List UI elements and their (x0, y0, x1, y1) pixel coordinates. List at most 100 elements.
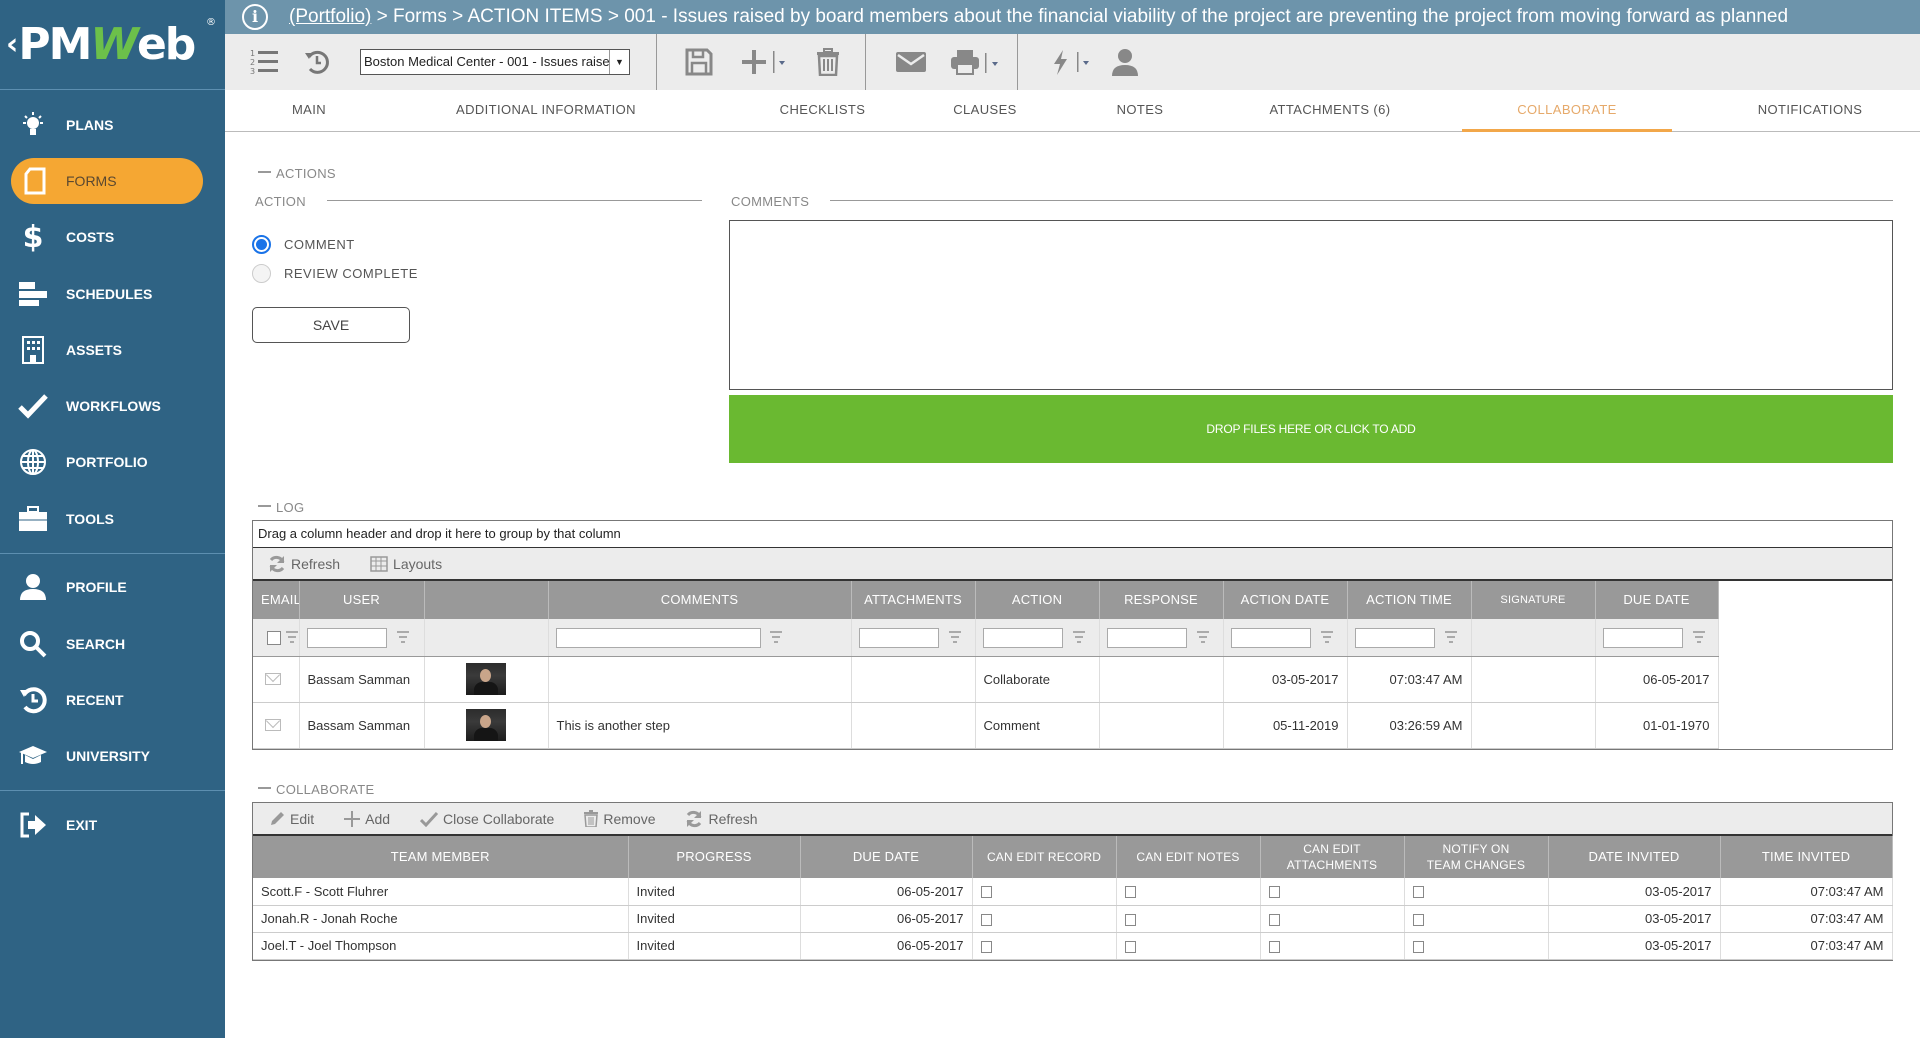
filter-icon[interactable] (1444, 631, 1458, 646)
filter-comments-input[interactable] (555, 628, 761, 648)
filter-action-input[interactable] (982, 628, 1063, 648)
filter-action-date-input[interactable] (1230, 628, 1311, 648)
tab-clauses[interactable]: CLAUSES (920, 90, 1050, 132)
collaborate-row[interactable]: Scott.F - Scott Fluhrer Invited 06-05-20… (253, 878, 1893, 906)
email-icon[interactable] (895, 46, 927, 78)
col-due-date[interactable]: DUE DATE (1595, 581, 1719, 619)
filter-user-input[interactable] (306, 628, 387, 648)
radio-button-selected[interactable] (252, 235, 271, 254)
actions-section-header[interactable]: ACTIONS (258, 166, 336, 181)
log-section-header[interactable]: LOG (258, 500, 304, 515)
can-edit-record-checkbox[interactable] (980, 940, 992, 953)
chevron-down-icon[interactable]: ▼ (609, 50, 629, 74)
notify-team-changes-checkbox[interactable] (1412, 886, 1424, 899)
filter-icon[interactable] (948, 631, 962, 646)
can-edit-record-checkbox[interactable] (980, 886, 992, 899)
sidebar-item-profile[interactable]: PROFILE (0, 564, 225, 610)
delete-icon[interactable] (816, 46, 840, 78)
sidebar-item-portfolio[interactable]: PORTFOLIO (0, 439, 225, 485)
col-signature[interactable]: SIGNATURE (1471, 581, 1596, 619)
can-edit-notes-checkbox[interactable] (1124, 886, 1136, 899)
filter-icon[interactable] (285, 631, 298, 646)
envelope-icon[interactable] (265, 719, 281, 731)
filter-due-date-input[interactable] (1602, 628, 1683, 648)
close-collaborate-button[interactable]: Close Collaborate (420, 811, 554, 827)
can-edit-attachments-checkbox[interactable] (1268, 886, 1280, 899)
radio-button[interactable] (252, 264, 271, 283)
can-edit-attachments-checkbox[interactable] (1268, 913, 1280, 926)
filter-icon[interactable] (1196, 631, 1210, 646)
can-edit-record-checkbox[interactable] (980, 913, 992, 926)
log-refresh-button[interactable]: Refresh (268, 555, 340, 573)
sidebar-item-search[interactable]: SEARCH (0, 621, 225, 667)
save-button[interactable]: SAVE (252, 307, 410, 343)
collaborate-refresh-button[interactable]: Refresh (685, 810, 758, 828)
sidebar-item-tools[interactable]: TOOLS (0, 496, 225, 542)
filter-icon[interactable] (1692, 631, 1706, 646)
tab-notes[interactable]: NOTES (1085, 90, 1195, 132)
tab-collaborate[interactable]: COLLABORATE (1462, 90, 1672, 132)
info-icon[interactable]: i (242, 4, 268, 30)
log-row[interactable]: Bassam Samman Collaborate 03-05-2017 07:… (253, 656, 1719, 703)
collaborate-row[interactable]: Joel.T - Joel Thompson Invited 06-05-201… (253, 932, 1893, 960)
sidebar-item-plans[interactable]: PLANS (0, 102, 225, 148)
filter-response-input[interactable] (1106, 628, 1187, 648)
col-action-time[interactable]: ACTION TIME (1347, 581, 1472, 619)
col-response[interactable]: RESPONSE (1099, 581, 1224, 619)
sidebar-item-assets[interactable]: ASSETS (0, 327, 225, 373)
radio-comment[interactable]: COMMENT (252, 235, 355, 254)
notify-team-changes-checkbox[interactable] (1412, 940, 1424, 953)
can-edit-attachments-checkbox[interactable] (1268, 940, 1280, 953)
group-by-bar[interactable]: Drag a column header and drop it here to… (253, 521, 1892, 548)
filter-icon[interactable] (769, 631, 783, 646)
sidebar-item-schedules[interactable]: SCHEDULES (0, 271, 225, 317)
sidebar-item-forms[interactable]: FORMS (11, 158, 203, 204)
save-icon[interactable] (685, 46, 713, 78)
col-action[interactable]: ACTION (975, 581, 1100, 619)
col-date-invited[interactable]: DATE INVITED (1548, 836, 1721, 878)
col-progress[interactable]: PROGRESS (628, 836, 801, 878)
col-can-edit-record[interactable]: CAN EDIT RECORD (972, 836, 1117, 878)
col-can-edit-attachments[interactable]: CAN EDIT ATTACHMENTS (1260, 836, 1405, 878)
log-row[interactable]: Bassam Samman This is another step Comme… (253, 702, 1719, 749)
col-avatar[interactable] (424, 581, 549, 619)
add-button[interactable]: Add (344, 810, 390, 827)
pmweb-logo[interactable]: ‹PMWeb ® (6, 10, 221, 80)
filter-attachments-input[interactable] (858, 628, 939, 648)
notify-team-changes-checkbox[interactable] (1412, 913, 1424, 926)
sidebar-item-workflows[interactable]: WORKFLOWS (0, 383, 225, 429)
col-notify-team-changes[interactable]: NOTIFY ON TEAM CHANGES (1404, 836, 1549, 878)
filter-icon[interactable] (396, 631, 410, 646)
envelope-icon[interactable] (265, 673, 281, 685)
col-team-member[interactable]: TEAM MEMBER (253, 836, 629, 878)
comments-textarea[interactable] (729, 220, 1893, 390)
remove-button[interactable]: Remove (584, 810, 655, 827)
tab-main[interactable]: MAIN (265, 90, 353, 132)
sidebar-item-costs[interactable]: $ COSTS (0, 214, 225, 260)
log-layouts-button[interactable]: Layouts (370, 556, 442, 572)
col-action-date[interactable]: ACTION DATE (1223, 581, 1348, 619)
print-icon[interactable] (950, 46, 1006, 78)
col-can-edit-notes[interactable]: CAN EDIT NOTES (1116, 836, 1261, 878)
tab-notifications[interactable]: NOTIFICATIONS (1725, 90, 1895, 132)
filter-action-time-input[interactable] (1354, 628, 1435, 648)
lightning-icon[interactable] (1050, 46, 1100, 78)
file-dropzone[interactable]: DROP FILES HERE OR CLICK TO ADD (729, 395, 1893, 463)
sidebar-item-university[interactable]: UNIVERSITY (0, 733, 225, 779)
collaborate-section-header[interactable]: COLLABORATE (258, 782, 374, 797)
tab-checklists[interactable]: CHECKLISTS (740, 90, 905, 132)
filter-icon[interactable] (1072, 631, 1086, 646)
can-edit-notes-checkbox[interactable] (1124, 940, 1136, 953)
add-icon[interactable] (742, 46, 788, 78)
tab-additional-information[interactable]: ADDITIONAL INFORMATION (425, 90, 667, 132)
select-all-checkbox[interactable] (267, 631, 281, 645)
col-comments[interactable]: COMMENTS (548, 581, 852, 619)
col-due-date[interactable]: DUE DATE (800, 836, 973, 878)
radio-review-complete[interactable]: REVIEW COMPLETE (252, 264, 418, 283)
user-icon[interactable] (1110, 46, 1140, 78)
col-user[interactable]: USER (299, 581, 425, 619)
col-email[interactable]: EMAIL (253, 581, 300, 619)
project-select[interactable]: Boston Medical Center - 001 - Issues rai… (360, 49, 630, 75)
col-attachments[interactable]: ATTACHMENTS (851, 581, 976, 619)
can-edit-notes-checkbox[interactable] (1124, 913, 1136, 926)
